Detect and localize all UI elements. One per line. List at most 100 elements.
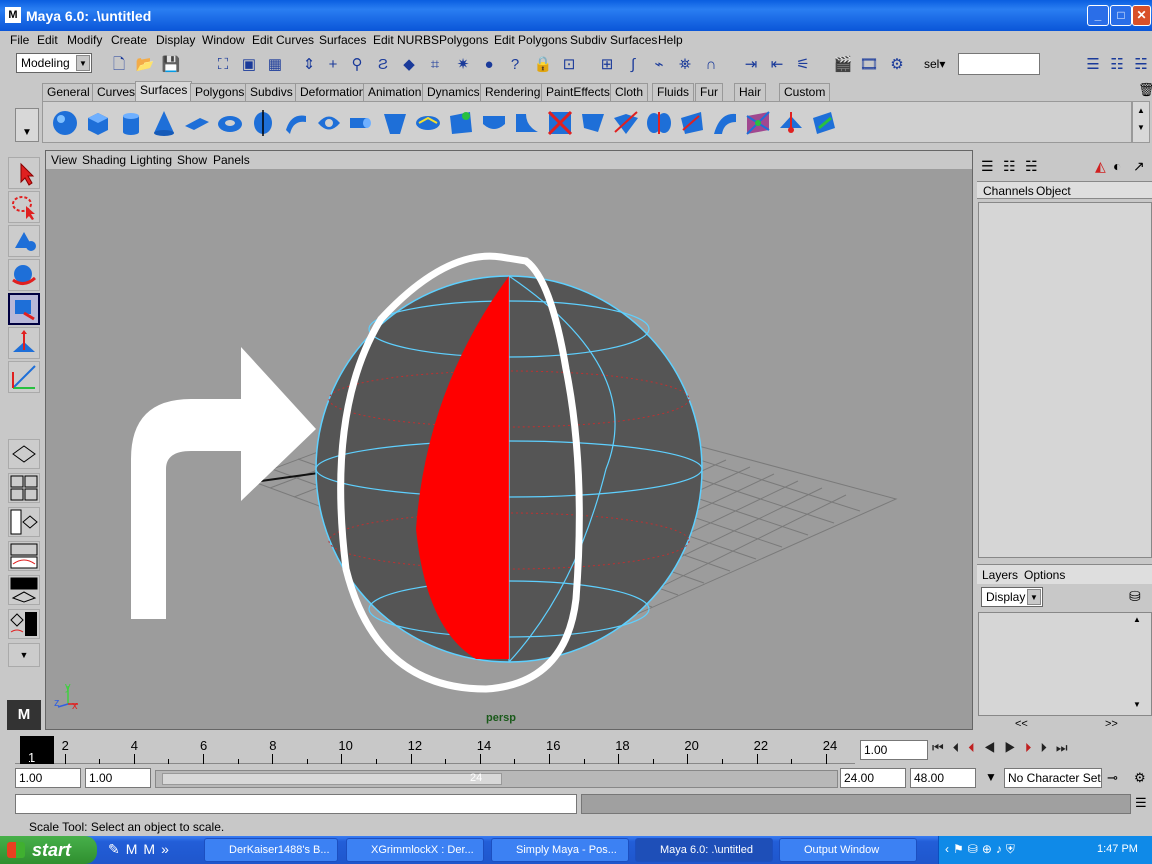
lock-icon[interactable]: 🔒	[532, 54, 554, 76]
shelf-tab-surfaces[interactable]: Surfaces	[135, 81, 193, 101]
shelf-tab-curves[interactable]: Curves	[92, 83, 141, 101]
nurbs-cone-icon[interactable]	[149, 108, 179, 138]
bevel-icon[interactable]	[479, 108, 509, 138]
shelf-tab-polygons[interactable]: Polygons	[190, 83, 250, 101]
intersect-icon[interactable]	[512, 108, 542, 138]
command-input[interactable]	[15, 794, 577, 814]
quick-launch-more-icon[interactable]: »	[161, 841, 175, 857]
minimize-button[interactable]: _	[1087, 5, 1109, 26]
shelf-tab-painteffects[interactable]: PaintEffects	[541, 83, 615, 101]
detach-icon[interactable]	[644, 108, 674, 138]
menu-display[interactable]: Display	[156, 33, 195, 47]
shelf-tab-fluids[interactable]: Fluids	[652, 83, 695, 101]
nurbs-plane-icon[interactable]	[182, 108, 212, 138]
menu-file[interactable]: File	[10, 33, 29, 47]
menu-edit-curves[interactable]: Edit Curves	[252, 33, 314, 47]
layout-menu-button[interactable]: ▼	[8, 643, 40, 667]
animation-end-field[interactable]: 48.00	[910, 768, 976, 788]
channels-menu[interactable]: Channels	[983, 184, 1034, 198]
component-icon[interactable]: ⛯	[674, 54, 696, 76]
auto-key-icon[interactable]: ⊸	[1107, 770, 1118, 786]
attach-icon[interactable]	[611, 108, 641, 138]
viewport-menu-view[interactable]: View	[51, 153, 77, 167]
insert-isoparm-icon[interactable]	[743, 108, 773, 138]
scroll-left-button[interactable]: <<	[1015, 718, 1028, 730]
snap-view-plane-icon[interactable]: ◆	[398, 54, 420, 76]
square-surface-icon[interactable]	[446, 108, 476, 138]
curve-icon[interactable]: ∫	[622, 54, 644, 76]
tray-globe-icon[interactable]: ⊕	[982, 842, 996, 856]
open-scene-icon[interactable]: 📂	[134, 54, 156, 76]
menu-edit[interactable]: Edit	[37, 33, 58, 47]
render-globals-icon[interactable]: ⚙	[886, 54, 908, 76]
construction-history-icon[interactable]: ⚟	[792, 54, 814, 76]
planar-icon[interactable]	[314, 108, 344, 138]
align-icon[interactable]	[677, 108, 707, 138]
animation-prefs-icon[interactable]: ⚙	[1134, 770, 1146, 786]
shelf-tab-custom[interactable]: Custom	[779, 83, 831, 101]
select-by-component-icon[interactable]: ▦	[264, 54, 286, 76]
tray-volume-icon[interactable]: ♪	[996, 842, 1006, 856]
menu-create[interactable]: Create	[111, 33, 147, 47]
shelf-tab-cloth[interactable]: Cloth	[610, 83, 649, 101]
extrude-icon[interactable]	[347, 108, 377, 138]
menu-edit-nurbs[interactable]: Edit NURBS	[373, 33, 439, 47]
lock-selection-icon[interactable]: ⇕	[298, 54, 320, 76]
play-forward-icon[interactable]: ▶	[1004, 740, 1025, 755]
time-slider-track[interactable]	[15, 734, 855, 764]
character-set-field[interactable]: No Character Set	[1004, 768, 1102, 788]
tool-settings-icon[interactable]: ☷	[1106, 54, 1128, 76]
shelf-scrollbar[interactable]: ▲ ▼	[1132, 101, 1150, 143]
menu-polygons[interactable]: Polygons	[439, 33, 488, 47]
play-backward-icon[interactable]: ◀	[984, 740, 1005, 755]
save-scene-icon[interactable]: 💾	[160, 54, 182, 76]
shelf-tab-rendering[interactable]: Rendering	[480, 83, 546, 101]
arrow-tool-icon[interactable]: ↗	[1133, 158, 1145, 175]
history-icon[interactable]: ⊞	[596, 54, 618, 76]
boundary-icon[interactable]	[413, 108, 443, 138]
quick-select-input[interactable]	[958, 53, 1040, 75]
range-slider[interactable]: 24	[155, 770, 838, 788]
surface-editing-icon[interactable]	[809, 108, 839, 138]
shelf-menu-button[interactable]: ▼	[15, 108, 39, 142]
display-icon[interactable]: ◐	[1113, 158, 1121, 174]
manipulator-tool-icon[interactable]	[8, 327, 40, 359]
snap-grid-icon[interactable]: +	[322, 54, 344, 76]
range-slider-handle[interactable]	[162, 773, 502, 785]
scroll-right-button[interactable]: >>	[1105, 718, 1118, 730]
trim-icon[interactable]	[545, 108, 575, 138]
shelf-tab-animation[interactable]: Animation	[363, 83, 427, 101]
last-tool-icon[interactable]	[8, 361, 40, 393]
mode-dropdown[interactable]: Modeling ▼	[16, 53, 92, 73]
object-icon[interactable]: ⊡	[558, 54, 580, 76]
viewport-menu-shading[interactable]: Shading	[82, 153, 126, 167]
layout-four-icon[interactable]	[8, 473, 40, 503]
tray-security-icon[interactable]: ⛨	[1006, 842, 1019, 856]
birail-icon[interactable]	[380, 108, 410, 138]
ipr-render-icon[interactable]: 🎞	[858, 54, 880, 76]
nurbs-cylinder-icon[interactable]	[116, 108, 146, 138]
step-forward-icon[interactable]: ⏵	[1040, 740, 1056, 755]
channel-box-icon[interactable]: ☰	[981, 158, 994, 175]
object-menu[interactable]: Object	[1036, 184, 1071, 198]
channel-layer-icon[interactable]: ☵	[1025, 158, 1038, 175]
quick-launch-maya2-icon[interactable]: M	[143, 841, 161, 857]
shelf-tab-deformation[interactable]: Deformation	[295, 83, 371, 101]
layout-single-icon[interactable]	[8, 439, 40, 469]
layout-outliner-icon[interactable]	[8, 507, 40, 537]
sculpt-icon[interactable]	[776, 108, 806, 138]
script-editor-icon[interactable]: ☰	[1135, 795, 1147, 811]
current-frame-marker[interactable]: 1	[20, 736, 54, 765]
shelf-tab-fur[interactable]: Fur	[695, 83, 723, 101]
character-set-dropdown-icon[interactable]: ▼	[980, 770, 1002, 788]
go-to-end-icon[interactable]: ⏭	[1056, 740, 1077, 755]
animation-start-field[interactable]: 1.00	[15, 768, 81, 788]
lasso-icon[interactable]: ⌁	[648, 54, 670, 76]
nurbs-torus-icon[interactable]	[215, 108, 245, 138]
new-layer-icon[interactable]: ⛁	[1129, 588, 1141, 605]
close-button[interactable]: ✕	[1132, 5, 1151, 26]
scale-tool-icon[interactable]	[8, 293, 40, 325]
step-back-icon[interactable]: ⏴	[953, 740, 969, 755]
layers-menu[interactable]: Layers	[982, 568, 1018, 582]
tray-collapse-icon[interactable]: ‹	[945, 842, 953, 856]
